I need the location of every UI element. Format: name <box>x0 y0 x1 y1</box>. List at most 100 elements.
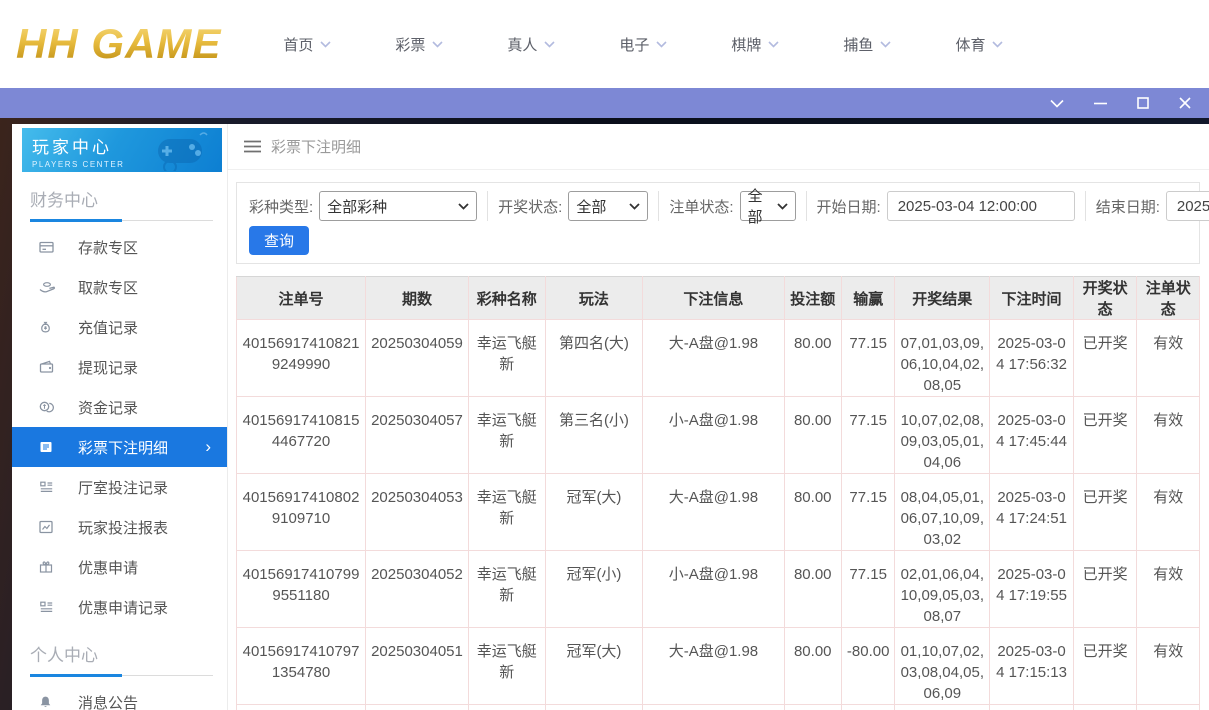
table-cell: 有效 <box>1137 474 1200 551</box>
table-cell <box>841 705 894 710</box>
sidebar-item-promo-apply[interactable]: 优惠申请 <box>12 547 227 587</box>
table-cell: 已开奖 <box>1073 551 1137 628</box>
clipboard-icon <box>38 599 56 615</box>
main-nav: 首页 彩票 真人 电子 棋牌 捕鱼 体育 <box>283 24 1067 65</box>
table-row: 40156917410799955118020250304052幸运飞艇新冠军(… <box>237 551 1200 628</box>
sidebar-item-player-bet-report[interactable]: 玩家投注报表 <box>12 507 227 547</box>
table-cell: 2025-03-04 17:45:44 <box>990 397 1074 474</box>
table-cell: 401569174107971354780 <box>237 628 366 705</box>
table-row: 40156917410815446772020250304057幸运飞艇新第三名… <box>237 397 1200 474</box>
sidebar-item-funds-records[interactable]: 资金记录 <box>12 387 227 427</box>
table-cell: 77.15 <box>841 397 894 474</box>
sidebar-item-label: 厅室投注记录 <box>78 477 168 498</box>
table-cell: 20250304051 <box>366 628 469 705</box>
sidebar-item-label: 存款专区 <box>78 237 138 258</box>
filter-order-status: 注单状态: 全部 <box>658 191 795 221</box>
sidebar-item-label: 消息公告 <box>78 692 138 710</box>
table-cell: 有效 <box>1137 628 1200 705</box>
table-cell: 80.00 <box>784 397 841 474</box>
table-cell: 2025-03-04 17:19:55 <box>990 551 1074 628</box>
table-cell: 20250304057 <box>366 397 469 474</box>
table-cell: 2025-03-04 17:56:32 <box>990 320 1074 397</box>
nav-item-lottery[interactable]: 彩票 <box>395 24 443 65</box>
table-cell: 冠军(小) <box>545 551 643 628</box>
table-cell: 20250304052 <box>366 551 469 628</box>
table-cell: 已开奖 <box>1073 474 1137 551</box>
nav-item-chess[interactable]: 棋牌 <box>731 24 779 65</box>
chart-icon <box>38 519 56 535</box>
doc-icon <box>38 439 56 455</box>
chevron-down-icon <box>544 41 555 48</box>
site-logo[interactable]: HH GAME <box>16 20 231 68</box>
table-cell: 有效 <box>1137 551 1200 628</box>
table-cell: 2025-03-04 17:24:51 <box>990 474 1074 551</box>
sidebar-item-label: 资金记录 <box>78 397 138 418</box>
start-date-input[interactable] <box>887 191 1075 221</box>
nav-item-sports[interactable]: 体育 <box>955 24 1003 65</box>
gift-icon <box>38 559 56 575</box>
table-cell: 401569174107999551180 <box>237 551 366 628</box>
column-header: 投注额 <box>784 277 841 320</box>
nav-item-fishing[interactable]: 捕鱼 <box>843 24 891 65</box>
page-title: 彩票下注明细 <box>271 136 361 157</box>
table-cell: 第四名(大) <box>545 320 643 397</box>
table-cell: 77.15 <box>841 320 894 397</box>
sidebar-item-withdraw-zone[interactable]: 取款专区 <box>12 267 227 307</box>
sidebar-item-message-announcements[interactable]: 消息公告 <box>12 682 227 710</box>
nav-item-slots[interactable]: 电子 <box>619 24 667 65</box>
table-cell: 已开奖 <box>1073 628 1137 705</box>
column-header: 下注信息 <box>643 277 784 320</box>
menu-icon[interactable] <box>244 140 261 153</box>
table-cell: 有效 <box>1137 397 1200 474</box>
nav-item-label: 首页 <box>283 34 313 55</box>
sidebar-item-label: 优惠申请记录 <box>78 597 168 618</box>
filter-start-date: 开始日期: <box>806 191 1075 221</box>
chevron-down-icon <box>880 41 891 48</box>
order-status-select[interactable]: 全部 <box>740 191 796 221</box>
filter-draw-status: 开奖状态: 全部 <box>487 191 648 221</box>
column-header: 下注时间 <box>990 277 1074 320</box>
table-cell: 小-A盘@1.98 <box>643 551 784 628</box>
sidebar-item-label: 取款专区 <box>78 277 138 298</box>
sidebar-item-lottery-bet-details[interactable]: 彩票下注明细› <box>12 427 227 467</box>
table-cell <box>468 705 545 710</box>
table-cell: 第三名(小) <box>545 397 643 474</box>
table-cell: 2025-03-04 17:15:13 <box>990 628 1074 705</box>
end-date-label: 结束日期: <box>1096 196 1160 217</box>
bet-details-table: 注单号期数彩种名称玩法下注信息投注额输赢开奖结果下注时间开奖状态注单状态 401… <box>236 276 1200 710</box>
sidebar-item-withdrawal-records[interactable]: 提现记录 <box>12 347 227 387</box>
table-row-partial <box>237 705 1200 710</box>
breadcrumb: 彩票下注明细 <box>228 124 1209 170</box>
window-dropdown-icon[interactable] <box>1050 99 1064 108</box>
sidebar-item-deposit-zone[interactable]: 存款专区 <box>12 227 227 267</box>
sidebar-item-promo-apply-records[interactable]: 优惠申请记录 <box>12 587 227 627</box>
sidebar-item-label: 充值记录 <box>78 317 138 338</box>
player-center-header: 玩家中心 PLAYERS CENTER <box>22 128 222 172</box>
clipboard-icon <box>38 479 56 495</box>
chevron-down-icon <box>458 203 469 210</box>
nav-item-home[interactable]: 首页 <box>283 24 331 65</box>
lottery-type-select[interactable]: 全部彩种 <box>319 191 477 221</box>
filter-lottery-type: 彩种类型: 全部彩种 <box>249 191 477 221</box>
draw-status-select[interactable]: 全部 <box>568 191 648 221</box>
sidebar: 玩家中心 PLAYERS CENTER <box>12 124 228 710</box>
window-minimize-icon[interactable] <box>1094 102 1107 105</box>
column-header: 输赢 <box>841 277 894 320</box>
nav-item-label: 捕鱼 <box>843 34 873 55</box>
table-cell <box>895 705 990 710</box>
table-cell: 02,01,06,04,10,09,05,03,08,07 <box>895 551 990 628</box>
sidebar-item-hall-bet-records[interactable]: 厅室投注记录 <box>12 467 227 507</box>
sidebar-items: 存款专区取款专区充值记录提现记录资金记录彩票下注明细›厅室投注记录玩家投注报表优… <box>12 227 227 627</box>
window-maximize-icon[interactable] <box>1137 97 1149 109</box>
chevron-down-icon <box>777 203 788 210</box>
table-cell <box>366 705 469 710</box>
nav-item-live[interactable]: 真人 <box>507 24 555 65</box>
end-date-input[interactable] <box>1166 191 1209 221</box>
column-header: 开奖状态 <box>1073 277 1137 320</box>
moneybag-icon <box>38 319 56 335</box>
search-button[interactable]: 查询 <box>249 226 309 255</box>
window-close-icon[interactable] <box>1179 97 1191 109</box>
window-content: 玩家中心 PLAYERS CENTER <box>0 118 1209 710</box>
column-header: 开奖结果 <box>895 277 990 320</box>
sidebar-item-recharge-records[interactable]: 充值记录 <box>12 307 227 347</box>
